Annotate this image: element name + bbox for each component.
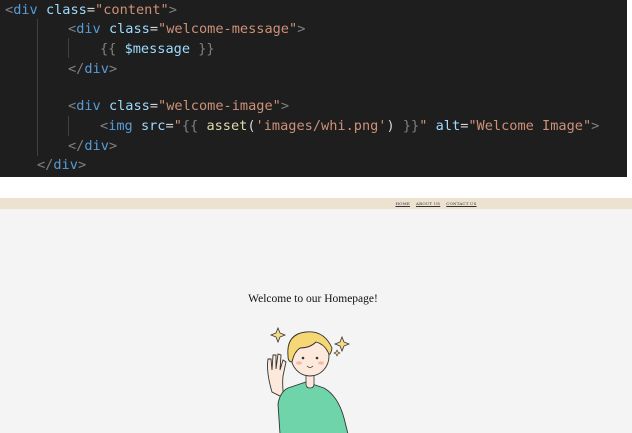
code-token: 'images/whi.png' (255, 118, 387, 134)
code-line: <div class="welcome-image"> (68, 97, 289, 116)
code-token: }} (394, 118, 420, 134)
code-token: > (108, 61, 118, 77)
welcome-message: Welcome to our Homepage! (248, 293, 378, 305)
browser-preview: HOME ABOUT US CONTACT US Welcome to our … (0, 198, 632, 433)
code-token: = (165, 118, 174, 134)
code-token: class (108, 21, 150, 37)
code-token: = (86, 2, 96, 18)
code-token: > (77, 157, 87, 173)
code-token: asset (206, 118, 248, 134)
code-token: $message (124, 41, 191, 57)
code-token: alt (435, 118, 461, 134)
code-editor[interactable]: <div class="content"> <div class="welcom… (0, 0, 627, 177)
code-token: < (68, 98, 77, 114)
code-token: </ (37, 157, 54, 173)
code-token: ) (386, 118, 395, 134)
code-token: div (76, 98, 101, 114)
code-token: class (108, 98, 150, 114)
code-token: < (100, 118, 109, 134)
code-line: <img src="{{ asset('images/whi.png') }} "… (100, 117, 599, 136)
code-line: {{ $message }} (100, 40, 215, 59)
code-token: "welcome-message" (158, 21, 298, 37)
sparkle-icon (269, 326, 287, 344)
code-token: src (140, 118, 166, 134)
code-line: <div class="content"> (5, 1, 177, 20)
navbar: HOME ABOUT US CONTACT US (0, 198, 632, 209)
code-token: div (53, 157, 78, 173)
code-token: = (149, 98, 159, 114)
code-token: > (280, 98, 289, 114)
nav-link-about[interactable]: ABOUT US (416, 201, 440, 206)
code-line: <div class="welcome-message"> (68, 20, 305, 39)
code-token: class (45, 2, 87, 18)
code-token: "Welcome Image" (468, 118, 592, 134)
welcome-image (267, 326, 351, 433)
code-token: img (108, 118, 133, 134)
nav-link-contact[interactable]: CONTACT US (446, 201, 476, 206)
nav-link-home[interactable]: HOME (395, 201, 410, 206)
code-line: </div> (68, 60, 117, 79)
code-token: < (68, 21, 77, 37)
indent-guide (37, 19, 38, 156)
code-token: "content" (95, 2, 169, 18)
code-token: > (591, 118, 600, 134)
code-token: }} (190, 41, 215, 57)
sparkle-icon (333, 335, 351, 357)
code-token: </ (68, 138, 85, 154)
code-token: ( (247, 118, 256, 134)
code-token: {{ (181, 118, 207, 134)
code-token: > (297, 21, 306, 37)
indent-guide (68, 38, 69, 58)
indent-guide (68, 116, 69, 136)
code-line: </div> (68, 137, 117, 156)
code-token: </ (68, 61, 85, 77)
code-token: {{ (100, 41, 125, 57)
code-token: = (149, 21, 159, 37)
code-token: " (173, 118, 182, 134)
code-token: div (84, 61, 109, 77)
code-line: </div> (37, 156, 86, 175)
code-token: < (5, 2, 14, 18)
code-token: > (168, 2, 177, 18)
code-token: div (76, 21, 101, 37)
code-token: div (84, 138, 109, 154)
code-token: > (108, 138, 118, 154)
code-token: div (13, 2, 38, 18)
code-token: "welcome-image" (158, 98, 281, 114)
